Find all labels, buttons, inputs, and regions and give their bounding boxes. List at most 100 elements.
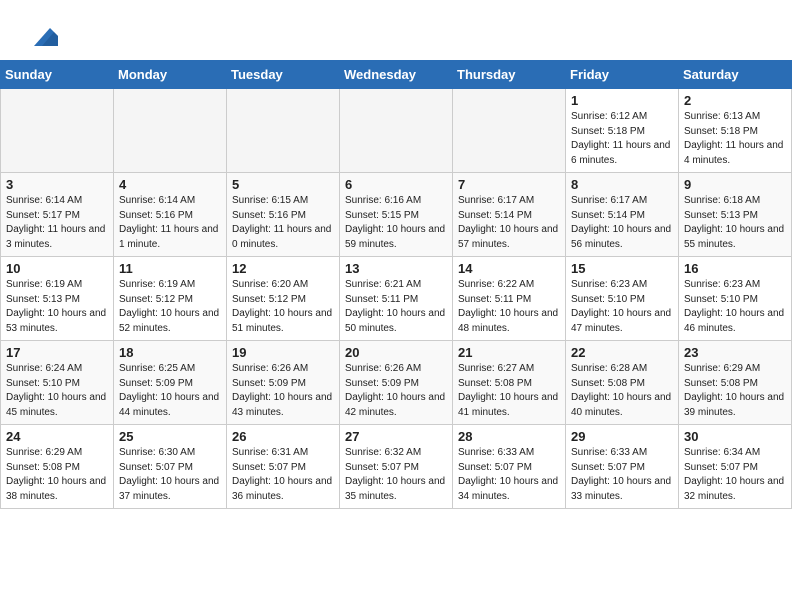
calendar-cell: 12Sunrise: 6:20 AMSunset: 5:12 PMDayligh… [227, 257, 340, 341]
day-number: 27 [345, 429, 447, 444]
calendar-cell: 20 Sunrise: 6:26 AMSunset: 5:09 PMDayligh… [340, 341, 453, 425]
day-info: Sunrise: 6:17 AMSunset: 5:14 PMDaylight:… [571, 194, 673, 252]
day-number: 16 [684, 261, 786, 276]
day-info: Sunrise: 6:19 AMSunset: 5:12 PMDaylight:… [119, 278, 221, 336]
day-info: Sunrise: 6:14 AMSunset: 5:17 PMDaylight:… [6, 194, 108, 252]
calendar-cell [1, 89, 114, 173]
calendar-cell: 15 Sunrise: 6:23 AMSunset: 5:10 PMDayligh… [566, 257, 679, 341]
day-info: Sunrise: 6:29 AMSunset: 5:08 PMDaylight:… [684, 362, 786, 420]
day-info: Sunrise: 6:21 AMSunset: 5:11 PMDaylight:… [345, 278, 447, 336]
weekday-header-wednesday: Wednesday [340, 61, 453, 89]
day-info: Sunrise: 6:33 AMSunset: 5:07 PMDaylight:… [571, 446, 673, 504]
day-info: Sunrise: 6:20 AMSunset: 5:12 PMDaylight:… [232, 278, 334, 336]
day-number: 2 [684, 93, 786, 108]
day-number: 9 [684, 177, 786, 192]
day-number: 29 [571, 429, 673, 444]
day-number: 8 [571, 177, 673, 192]
day-info: Sunrise: 6:29 AMSunset: 5:08 PMDaylight:… [6, 446, 108, 504]
calendar-cell: 11 Sunrise: 6:19 AMSunset: 5:12 PMDayligh… [114, 257, 227, 341]
calendar-cell: 24Sunrise: 6:29 AMSunset: 5:08 PMDayligh… [1, 425, 114, 509]
day-info: Sunrise: 6:14 AMSunset: 5:16 PMDaylight:… [119, 194, 221, 252]
calendar-cell: 3 Sunrise: 6:14 AMSunset: 5:17 PMDaylight… [1, 173, 114, 257]
calendar-cell: 22 Sunrise: 6:28 AMSunset: 5:08 PMDayligh… [566, 341, 679, 425]
day-info: Sunrise: 6:12 AMSunset: 5:18 PMDaylight:… [571, 110, 673, 168]
calendar-week-row: 10 Sunrise: 6:19 AMSunset: 5:13 PMDayligh… [1, 257, 792, 341]
day-info: Sunrise: 6:26 AMSunset: 5:09 PMDaylight:… [232, 362, 334, 420]
day-info: Sunrise: 6:13 AMSunset: 5:18 PMDaylight:… [684, 110, 786, 168]
weekday-header-thursday: Thursday [453, 61, 566, 89]
day-number: 20 [345, 345, 447, 360]
day-number: 26 [232, 429, 334, 444]
page-header [0, 0, 792, 60]
weekday-header-row: SundayMondayTuesdayWednesdayThursdayFrid… [1, 61, 792, 89]
day-number: 3 [6, 177, 108, 192]
calendar-cell: 13 Sunrise: 6:21 AMSunset: 5:11 PMDayligh… [340, 257, 453, 341]
calendar-cell: 27 Sunrise: 6:32 AMSunset: 5:07 PMDayligh… [340, 425, 453, 509]
day-number: 21 [458, 345, 560, 360]
day-info: Sunrise: 6:16 AMSunset: 5:15 PMDaylight:… [345, 194, 447, 252]
day-info: Sunrise: 6:32 AMSunset: 5:07 PMDaylight:… [345, 446, 447, 504]
calendar-cell: 7 Sunrise: 6:17 AMSunset: 5:14 PMDaylight… [453, 173, 566, 257]
weekday-header-monday: Monday [114, 61, 227, 89]
day-number: 11 [119, 261, 221, 276]
weekday-header-tuesday: Tuesday [227, 61, 340, 89]
day-number: 1 [571, 93, 673, 108]
weekday-header-friday: Friday [566, 61, 679, 89]
day-info: Sunrise: 6:34 AMSunset: 5:07 PMDaylight:… [684, 446, 786, 504]
calendar-cell: 10 Sunrise: 6:19 AMSunset: 5:13 PMDayligh… [1, 257, 114, 341]
calendar-cell: 21Sunrise: 6:27 AMSunset: 5:08 PMDayligh… [453, 341, 566, 425]
weekday-header-sunday: Sunday [1, 61, 114, 89]
calendar-cell: 23Sunrise: 6:29 AMSunset: 5:08 PMDayligh… [679, 341, 792, 425]
day-number: 18 [119, 345, 221, 360]
calendar-cell [340, 89, 453, 173]
calendar-cell [114, 89, 227, 173]
day-info: Sunrise: 6:17 AMSunset: 5:14 PMDaylight:… [458, 194, 560, 252]
calendar-cell: 2 Sunrise: 6:13 AMSunset: 5:18 PMDaylight… [679, 89, 792, 173]
day-number: 4 [119, 177, 221, 192]
logo [24, 18, 58, 50]
calendar-cell: 18 Sunrise: 6:25 AMSunset: 5:09 PMDayligh… [114, 341, 227, 425]
day-number: 13 [345, 261, 447, 276]
day-info: Sunrise: 6:25 AMSunset: 5:09 PMDaylight:… [119, 362, 221, 420]
day-number: 22 [571, 345, 673, 360]
day-number: 17 [6, 345, 108, 360]
calendar-cell: 9 Sunrise: 6:18 AMSunset: 5:13 PMDaylight… [679, 173, 792, 257]
calendar-cell: 8 Sunrise: 6:17 AMSunset: 5:14 PMDaylight… [566, 173, 679, 257]
calendar-cell: 19 Sunrise: 6:26 AMSunset: 5:09 PMDayligh… [227, 341, 340, 425]
day-info: Sunrise: 6:26 AMSunset: 5:09 PMDaylight:… [345, 362, 447, 420]
day-number: 6 [345, 177, 447, 192]
day-number: 7 [458, 177, 560, 192]
calendar-cell: 14 Sunrise: 6:22 AMSunset: 5:11 PMDayligh… [453, 257, 566, 341]
day-info: Sunrise: 6:31 AMSunset: 5:07 PMDaylight:… [232, 446, 334, 504]
calendar-week-row: 3 Sunrise: 6:14 AMSunset: 5:17 PMDaylight… [1, 173, 792, 257]
day-number: 10 [6, 261, 108, 276]
weekday-header-saturday: Saturday [679, 61, 792, 89]
calendar-week-row: 24Sunrise: 6:29 AMSunset: 5:08 PMDayligh… [1, 425, 792, 509]
day-number: 19 [232, 345, 334, 360]
day-number: 5 [232, 177, 334, 192]
calendar-cell: 17Sunrise: 6:24 AMSunset: 5:10 PMDayligh… [1, 341, 114, 425]
calendar-cell: 26 Sunrise: 6:31 AMSunset: 5:07 PMDayligh… [227, 425, 340, 509]
day-number: 14 [458, 261, 560, 276]
day-info: Sunrise: 6:33 AMSunset: 5:07 PMDaylight:… [458, 446, 560, 504]
day-info: Sunrise: 6:18 AMSunset: 5:13 PMDaylight:… [684, 194, 786, 252]
day-number: 30 [684, 429, 786, 444]
calendar-cell: 29 Sunrise: 6:33 AMSunset: 5:07 PMDayligh… [566, 425, 679, 509]
calendar-cell: 28Sunrise: 6:33 AMSunset: 5:07 PMDayligh… [453, 425, 566, 509]
calendar-cell [453, 89, 566, 173]
calendar-table: SundayMondayTuesdayWednesdayThursdayFrid… [0, 60, 792, 509]
day-info: Sunrise: 6:23 AMSunset: 5:10 PMDaylight:… [571, 278, 673, 336]
day-info: Sunrise: 6:28 AMSunset: 5:08 PMDaylight:… [571, 362, 673, 420]
calendar-cell: 4 Sunrise: 6:14 AMSunset: 5:16 PMDaylight… [114, 173, 227, 257]
calendar-cell [227, 89, 340, 173]
calendar-cell: 1 Sunrise: 6:12 AMSunset: 5:18 PMDaylight… [566, 89, 679, 173]
calendar-week-row: 17Sunrise: 6:24 AMSunset: 5:10 PMDayligh… [1, 341, 792, 425]
day-info: Sunrise: 6:19 AMSunset: 5:13 PMDaylight:… [6, 278, 108, 336]
calendar-cell: 5 Sunrise: 6:15 AMSunset: 5:16 PMDaylight… [227, 173, 340, 257]
day-number: 15 [571, 261, 673, 276]
calendar-cell: 25Sunrise: 6:30 AMSunset: 5:07 PMDayligh… [114, 425, 227, 509]
day-number: 25 [119, 429, 221, 444]
calendar-cell: 30 Sunrise: 6:34 AMSunset: 5:07 PMDayligh… [679, 425, 792, 509]
day-info: Sunrise: 6:15 AMSunset: 5:16 PMDaylight:… [232, 194, 334, 252]
day-info: Sunrise: 6:22 AMSunset: 5:11 PMDaylight:… [458, 278, 560, 336]
